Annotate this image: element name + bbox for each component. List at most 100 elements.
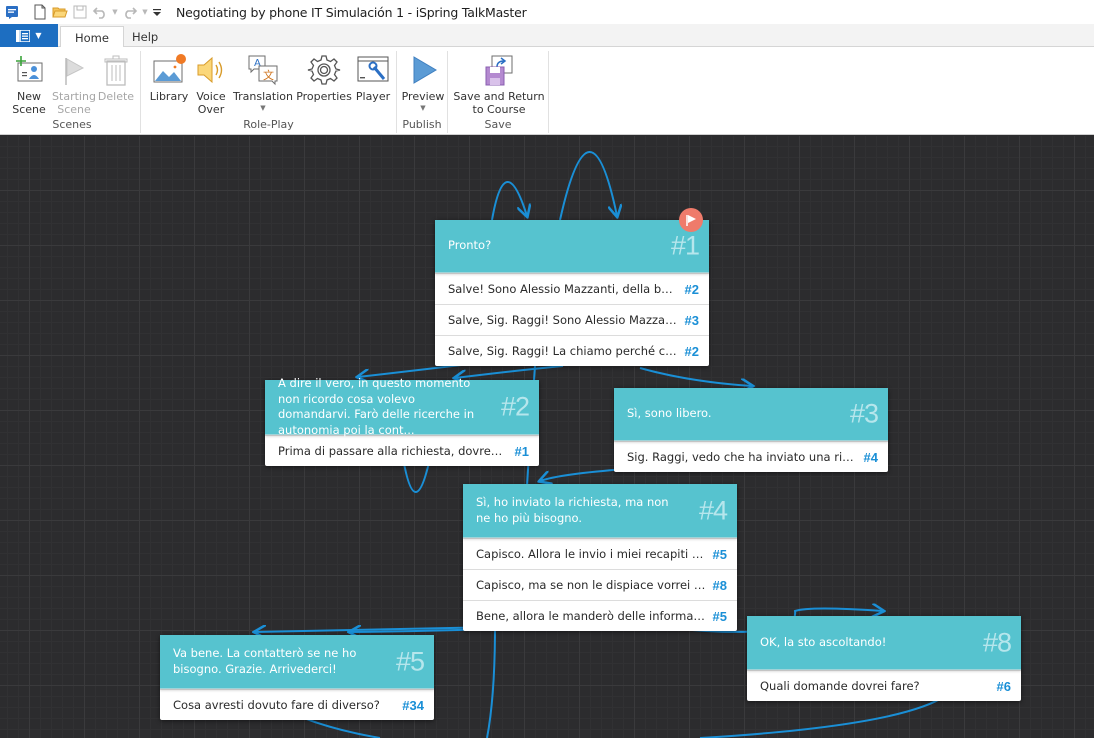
scene-card-8[interactable]: OK, la sto ascoltando! #8 Quali domande … [747,616,1021,701]
scene-text: Sì, ho inviato la richiesta, ma non ne h… [476,495,669,525]
scene-card-3[interactable]: Sì, sono libero. #3 Sig. Raggi, vedo che… [614,388,888,472]
save-and-return-button[interactable]: Save and Return to Course [453,53,545,116]
scene-header[interactable]: Pronto? #1 [435,220,709,273]
option-target[interactable]: #2 [685,282,699,297]
option-target[interactable]: #3 [685,313,699,328]
scene-header[interactable]: OK, la sto ascoltando! #8 [747,616,1021,670]
group-label-save: Save [484,118,512,131]
option-text: Cosa avresti dovuto fare di diverso? [173,698,380,712]
library-button[interactable]: Library [147,53,191,103]
option-target[interactable]: #5 [713,609,727,624]
answer-option[interactable]: Salve, Sig. Raggi! Sono Alessio Mazzanti… [435,304,709,335]
option-target[interactable]: #2 [685,344,699,359]
title-bar: ▼ ▼ Negotiating by phone IT Simulación 1… [0,0,1094,24]
answer-option[interactable]: Capisco, ma se non le dispiace vorrei fa… [463,569,737,600]
option-text: Bene, allora le manderò delle informazi.… [476,609,706,623]
file-menu-button[interactable]: ▼ [0,24,58,47]
preview-dropdown-icon: ▼ [420,104,426,112]
save-return-icon [482,53,516,87]
customize-toolbar-icon[interactable] [150,2,164,22]
starting-scene-label-1: Starting [52,90,96,103]
scene-card-2[interactable]: A dire il vero, in questo momento non ri… [265,376,539,466]
answer-option[interactable]: Salve! Sono Alessio Mazzanti, della banc… [435,273,709,304]
group-label-scenes: Scenes [52,118,92,131]
scene-text: Pronto? [448,238,492,253]
group-role-play: Library Voice Over A文 Translation ▼ Prop… [141,51,397,133]
translation-label: Translation [233,90,293,103]
undo-dropdown-icon[interactable]: ▼ [110,2,120,22]
scene-text: Va bene. La contatterò se ne ho bisogno.… [173,646,357,676]
scene-text: OK, la sto ascoltando! [760,634,887,649]
redo-dropdown-icon[interactable]: ▼ [140,2,150,22]
properties-button[interactable]: Properties [296,53,352,103]
answer-option[interactable]: Bene, allora le manderò delle informazi.… [463,600,737,631]
scene-header[interactable]: Sì, sono libero. #3 [614,388,888,441]
scene-card-4[interactable]: Sì, ho inviato la richiesta, ma non ne h… [463,484,737,631]
ribbon: New Scene Starting Scene Delete Scenes L… [0,47,1094,135]
scene-text: Sì, sono libero. [627,406,712,421]
scene-header[interactable]: Va bene. La contatterò se ne ho bisogno.… [160,635,434,689]
starting-scene-button[interactable]: Starting Scene [52,53,96,116]
library-icon [152,53,186,87]
library-label: Library [149,90,189,103]
preview-label: Preview [401,90,445,103]
ribbon-tabs: ▼ Home Help [0,24,1094,48]
scene-card-5[interactable]: Va bene. La contatterò se ne ho bisogno.… [160,635,434,720]
link-1-to-3[interactable] [639,367,752,386]
new-scene-button[interactable]: New Scene [7,53,51,116]
option-text: Salve, Sig. Raggi! La chiamo perché ci h… [448,344,678,358]
properties-label: Properties [296,90,352,103]
link-8-to-6[interactable] [699,695,946,738]
scene-canvas[interactable]: Pronto? #1 Salve! Sono Alessio Mazzanti,… [0,136,1094,738]
redo-icon[interactable] [120,2,140,22]
option-target[interactable]: #8 [713,578,727,593]
answer-option[interactable]: Cosa avresti dovuto fare di diverso? #34 [160,689,434,720]
voice-over-label-1: Voice [196,90,226,103]
scene-number: #1 [670,230,700,261]
tab-help-label: Help [132,30,159,44]
scene-header[interactable]: Sì, ho inviato la richiesta, ma non ne h… [463,484,737,538]
scene-number: #3 [849,398,879,429]
delete-button[interactable]: Delete [96,53,136,103]
save-and-return-label-2: to Course [472,103,526,116]
scene-number: #8 [982,626,1012,657]
save-and-return-label-1: Save and Return [453,90,545,103]
scene-header[interactable]: A dire il vero, in questo momento non ri… [265,376,539,437]
option-target[interactable]: #34 [402,698,424,713]
tab-help[interactable]: Help [118,26,172,48]
preview-button[interactable]: Preview ▼ [402,53,444,113]
group-scenes: New Scene Starting Scene Delete Scenes [4,51,141,133]
link-2-to-1[interactable] [491,181,527,221]
undo-icon[interactable] [90,2,110,22]
option-target[interactable]: #1 [515,444,529,459]
scene-card-1[interactable]: Pronto? #1 Salve! Sono Alessio Mazzanti,… [435,220,709,366]
voice-over-button[interactable]: Voice Over [191,53,231,116]
option-text: Sig. Raggi, vedo che ha inviato una rich… [627,450,857,464]
link-5-down[interactable] [486,625,496,738]
answer-option[interactable]: Capisco. Allora le invio i miei recapiti… [463,538,737,569]
starting-scene-label-2: Scene [57,103,91,116]
translation-icon: A文 [246,53,280,87]
save-icon[interactable] [70,2,90,22]
new-file-icon[interactable] [30,2,50,22]
player-button[interactable]: Player [353,53,393,103]
gear-icon [307,53,341,87]
option-target[interactable]: #6 [997,679,1011,694]
tab-home-label: Home [75,30,109,45]
answer-option[interactable]: Sig. Raggi, vedo che ha inviato una rich… [614,441,888,472]
link-2-to-1-b[interactable] [559,151,617,221]
answer-option[interactable]: Quali domande dovrei fare? #6 [747,670,1021,701]
option-target[interactable]: #4 [864,450,878,465]
app-icon[interactable] [2,2,22,22]
answer-option[interactable]: Salve, Sig. Raggi! La chiamo perché ci h… [435,335,709,366]
tab-home[interactable]: Home [60,26,124,48]
option-text: Capisco. Allora le invio i miei recapiti… [476,547,706,561]
window-title: Negotiating by phone IT Simulación 1 - i… [176,4,527,20]
answer-option[interactable]: Prima di passare alla richiesta, dovrest… [265,435,539,466]
translation-button[interactable]: A文 Translation ▼ [233,53,293,113]
option-target[interactable]: #5 [713,547,727,562]
voice-over-label-2: Over [197,103,225,116]
group-publish: Preview ▼ Publish [397,51,448,133]
option-text: Salve, Sig. Raggi! Sono Alessio Mazzanti… [448,313,678,327]
open-folder-icon[interactable] [50,2,70,22]
